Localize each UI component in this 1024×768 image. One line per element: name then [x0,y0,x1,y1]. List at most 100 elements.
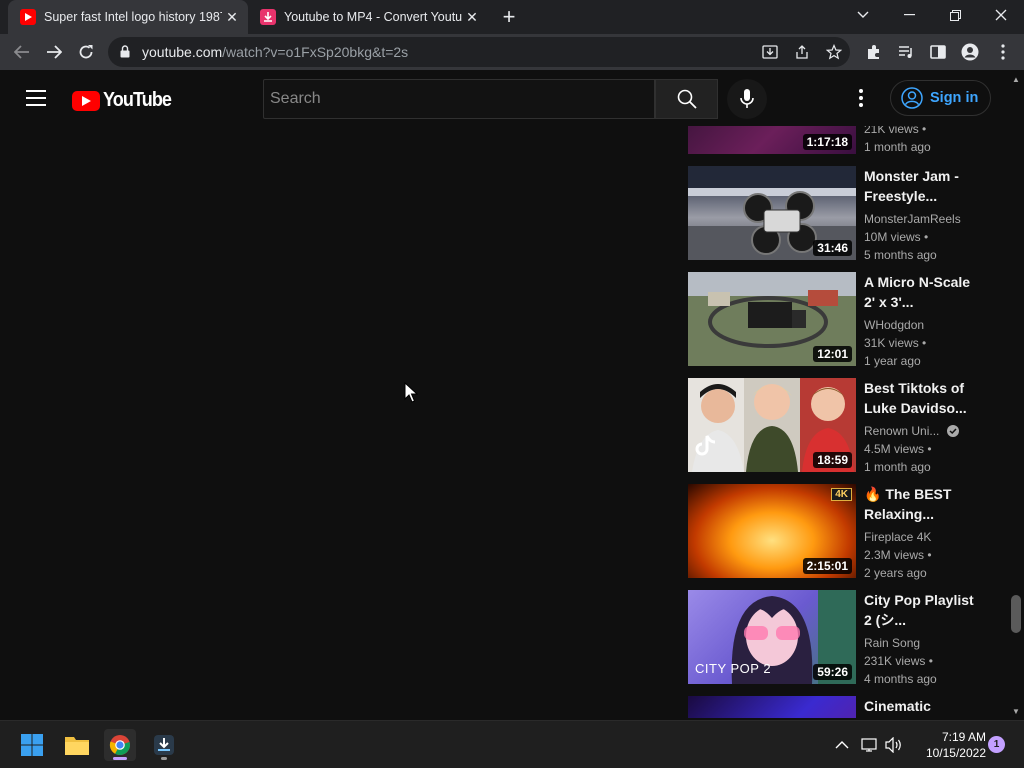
new-tab-plus-icon[interactable]: + [498,4,520,29]
video-meta: A Micro N-Scale 2' x 3'... WHodgdon 31K … [864,272,974,370]
video-duration: 12:01 [813,346,852,362]
tab-search-chevron-icon[interactable] [841,0,885,30]
video-thumbnail[interactable]: 12:01 [688,272,856,366]
video-channel[interactable]: Fireplace 4K [864,528,974,546]
microphone-icon [740,89,754,108]
video-duration: 2:15:01 [802,558,852,574]
verified-check-icon [946,425,959,437]
video-channel[interactable]: Rain Song [864,634,974,652]
video-age: 5 months ago [864,248,937,262]
video-duration: 31:46 [813,240,852,256]
related-video-item[interactable]: Cinematic [688,696,1008,718]
video-channel[interactable]: MonsterJamReels [864,210,974,228]
scroll-down-arrow-icon[interactable]: ▼ [1011,706,1021,716]
restore-icon[interactable] [933,0,977,30]
video-title[interactable]: Best Tiktoks of Luke Davidso... [864,378,974,418]
video-views-line: 231K views • [864,654,933,668]
video-title[interactable]: Cinematic [864,696,974,716]
video-title[interactable]: A Micro N-Scale 2' x 3'... [864,272,974,312]
bookmark-star-icon[interactable] [824,43,844,61]
video-duration: 1:17:18 [802,134,852,150]
video-views: 231K views [864,654,926,668]
close-window-icon[interactable] [979,0,1023,30]
back-arrow-icon[interactable] [10,40,34,64]
download-favicon-icon [260,9,276,25]
search-input[interactable] [264,80,654,118]
youtube-logo[interactable]: YouTube [72,89,179,112]
lock-icon[interactable] [120,45,130,63]
tab-converter[interactable]: Youtube to MP4 - Convert Youtube ✕ [250,0,488,34]
tab-close-icon[interactable]: ✕ [222,7,242,27]
video-thumbnail[interactable]: 4K 2:15:01 [688,484,856,578]
scrollbar-thumb[interactable] [1011,595,1021,633]
video-views-line: 10M views • [864,230,929,244]
video-thumbnail[interactable] [688,696,856,718]
scroll-up-arrow-icon[interactable]: ▲ [1011,74,1021,84]
clock-date: 10/15/2022 [925,746,986,760]
search-icon [677,89,697,109]
video-thumbnail[interactable]: 18:59 [688,378,856,472]
video-channel[interactable]: Renown Uni... [864,424,939,438]
related-video-item[interactable]: 31:46 Monster Jam - Freestyle... Monster… [688,166,1008,262]
related-video-item[interactable]: 18:59 Best Tiktoks of Luke Davidso... Re… [688,378,1008,474]
taskbar-clock[interactable]: 7:19 AM 10/15/2022 [910,729,986,761]
video-meta: Monster Jam - Freestyle... MonsterJamRee… [864,166,974,264]
video-thumbnail[interactable]: 31:46 [688,166,856,260]
video-views: 4.5M views [864,442,925,456]
media-control-icon[interactable] [896,42,916,62]
chrome-menu-icon[interactable] [993,42,1013,62]
video-player-area[interactable] [0,126,672,718]
tab-close-icon[interactable]: ✕ [462,7,482,27]
extensions-puzzle-icon[interactable] [864,42,884,62]
tab-youtube[interactable]: Super fast Intel logo history 1987 ✕ [8,0,248,34]
4k-badge: 4K [831,488,852,501]
share-icon[interactable] [792,43,812,61]
video-title[interactable]: 🔥 The BEST Relaxing... [864,484,974,524]
video-title[interactable]: City Pop Playlist 2 (シ... [864,590,974,630]
network-icon[interactable] [860,735,880,755]
video-duration: 18:59 [813,452,852,468]
video-thumbnail[interactable]: 1:17:18 [688,126,856,154]
youtube-favicon-icon [20,9,36,25]
side-panel-icon[interactable] [928,42,948,62]
volume-icon[interactable] [884,735,904,755]
related-video-item[interactable]: 1:17:18 21K views • 1 month ago [688,126,1008,156]
related-videos-list: 1:17:18 21K views • 1 month ago 31:46 Mo… [688,126,1008,718]
video-thumbnail[interactable]: CITY POP 2 59:26 [688,590,856,684]
youtube-play-logo-icon [72,90,100,111]
address-bar[interactable]: youtube.com/watch?v=o1FxSp20bkg&t=2s [108,37,850,67]
search-button[interactable] [655,79,718,119]
related-video-item[interactable]: 12:01 A Micro N-Scale 2' x 3'... WHodgdo… [688,272,1008,368]
minimize-icon[interactable] [887,0,931,30]
url-host: youtube.com [142,44,223,60]
video-title[interactable]: Monster Jam - Freestyle... [864,166,974,206]
sign-in-button[interactable]: Sign in [890,80,991,116]
start-windows-icon[interactable] [16,729,48,761]
voice-search-button[interactable] [727,79,767,119]
video-meta: City Pop Playlist 2 (シ... Rain Song 231K… [864,590,974,688]
url-text: youtube.com/watch?v=o1FxSp20bkg&t=2s [142,44,408,60]
chrome-taskbar-icon[interactable] [104,729,136,761]
notification-badge[interactable]: 1 [988,736,1005,753]
settings-more-icon[interactable] [850,86,872,110]
thumbnail-overlay-text: CITY POP 2 [695,661,772,676]
search-field[interactable] [263,79,655,119]
file-explorer-icon[interactable] [61,729,93,761]
account-circle-icon [901,87,923,109]
video-meta: 21K views • 1 month ago [864,126,974,156]
hamburger-menu-icon[interactable] [26,90,46,106]
related-video-item[interactable]: 4K 2:15:01 🔥 The BEST Relaxing... Firepl… [688,484,1008,580]
tray-chevron-up-icon[interactable] [832,735,852,755]
youtube-header: YouTube Sign in [0,70,1008,126]
video-channel[interactable]: WHodgdon [864,316,974,334]
video-age: 2 years ago [864,566,927,580]
video-meta: Best Tiktoks of Luke Davidso... Renown U… [864,378,974,476]
install-app-icon[interactable] [760,43,780,61]
video-age: 1 year ago [864,354,921,368]
related-video-item[interactable]: CITY POP 2 59:26 City Pop Playlist 2 (シ.… [688,590,1008,686]
app-installer-icon[interactable] [148,729,180,761]
reload-icon[interactable] [74,40,98,64]
forward-arrow-icon[interactable] [42,40,66,64]
profile-icon[interactable] [960,42,980,62]
page-scrollbar[interactable]: ▲ ▼ [1008,70,1024,720]
